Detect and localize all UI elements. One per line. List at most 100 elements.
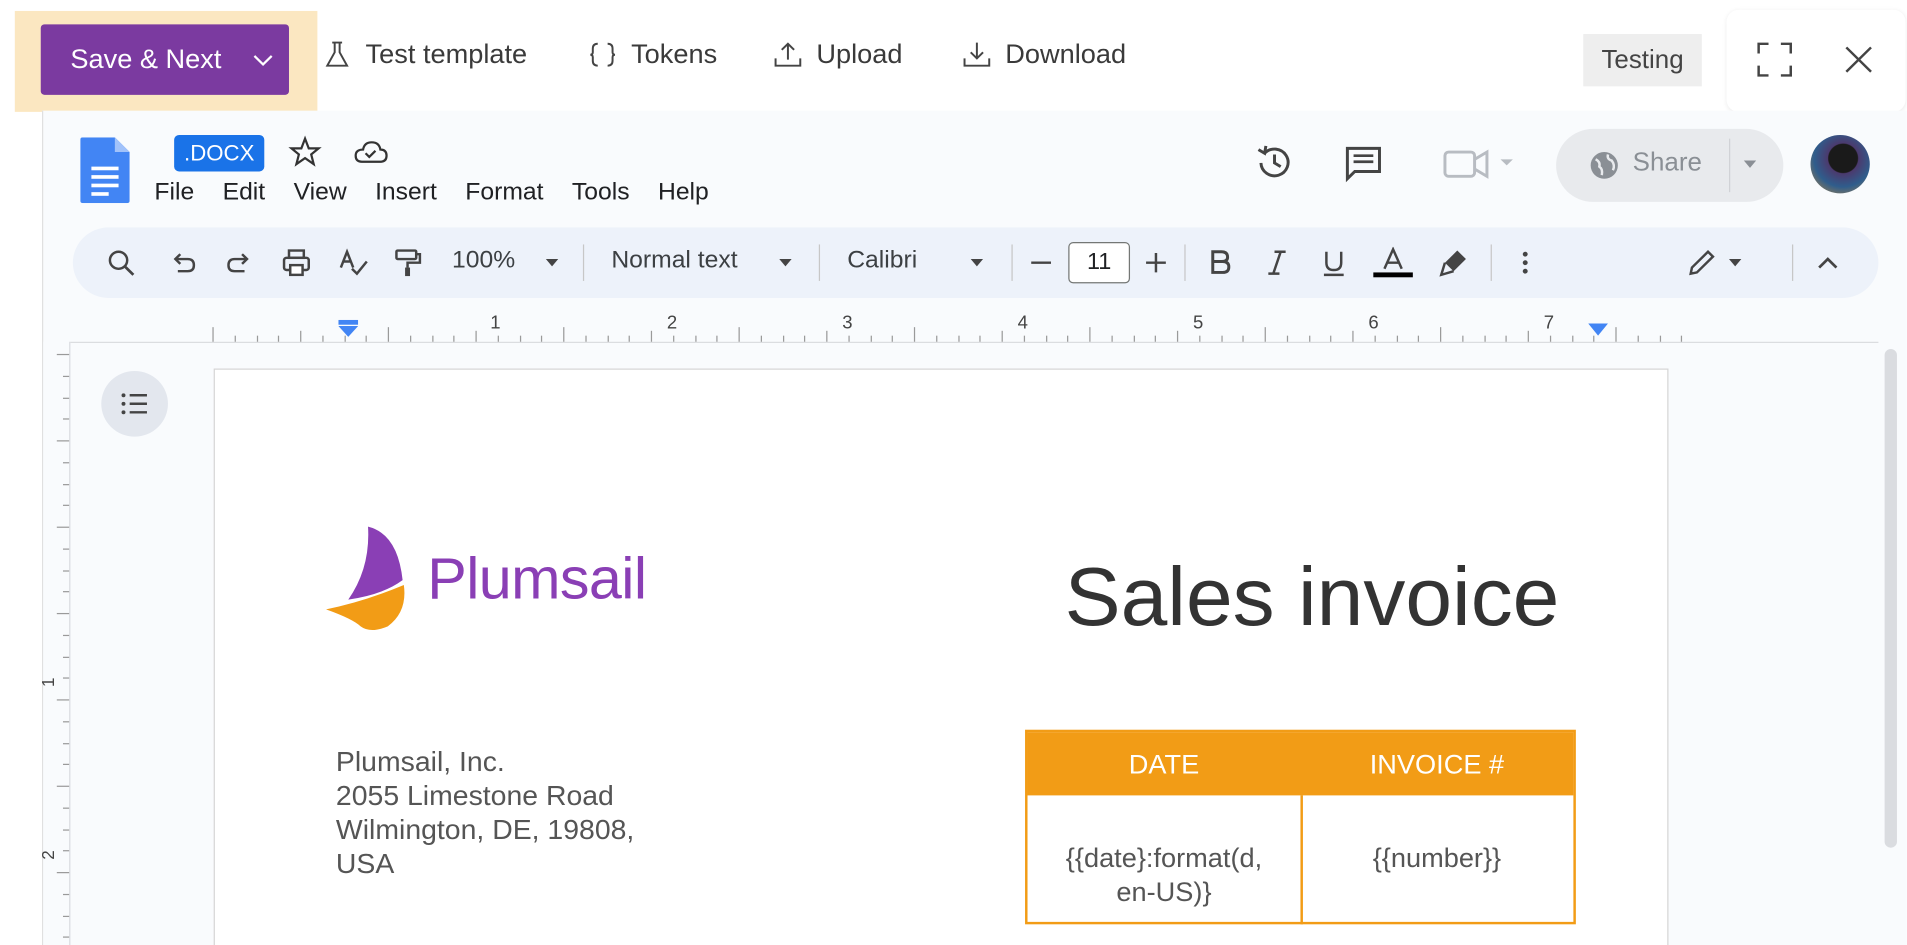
- editing-mode-caret-icon[interactable]: [1728, 258, 1743, 268]
- ruler-tick: [563, 327, 565, 342]
- document-page[interactable]: Plumsail Sales invoice Plumsail, Inc. 20…: [213, 368, 1669, 945]
- vertical-scrollbar[interactable]: [1884, 349, 1897, 848]
- ruler-tick: [1615, 327, 1617, 342]
- ruler-tick: [848, 335, 850, 342]
- toolbar-divider: [1184, 244, 1186, 281]
- ruler-tick: [62, 807, 70, 809]
- cloud-saved-icon[interactable]: [352, 135, 389, 169]
- toolbar-divider: [1791, 244, 1794, 281]
- share-caret-icon[interactable]: [1741, 158, 1758, 170]
- menu-tools[interactable]: Tools: [572, 179, 630, 207]
- globe-icon: [1590, 152, 1618, 179]
- menu-file[interactable]: File: [154, 179, 194, 207]
- ruler-tick: [1374, 335, 1376, 342]
- toolbar-divider: [818, 244, 821, 281]
- test-template-button[interactable]: Test template: [321, 39, 527, 71]
- download-button[interactable]: Download: [961, 39, 1126, 71]
- left-indent-marker-icon[interactable]: [338, 319, 359, 337]
- vertical-ruler[interactable]: 1 2: [38, 341, 71, 945]
- text-color-icon[interactable]: [1372, 246, 1414, 279]
- share-button[interactable]: Share: [1556, 128, 1784, 202]
- style-select[interactable]: Normal text: [611, 247, 737, 275]
- braces-icon: [590, 42, 616, 67]
- paint-format-icon[interactable]: [391, 247, 423, 279]
- ruler-tick: [56, 872, 70, 874]
- version-history-icon[interactable]: [1254, 142, 1296, 183]
- increase-font-icon[interactable]: [1140, 247, 1172, 279]
- font-caret-icon[interactable]: [969, 258, 984, 268]
- comments-icon[interactable]: [1342, 142, 1384, 183]
- style-caret-icon[interactable]: [778, 258, 793, 268]
- star-icon[interactable]: [288, 135, 323, 169]
- ruler-tick: [62, 720, 70, 723]
- upload-button[interactable]: Upload: [772, 39, 902, 71]
- highlight-icon[interactable]: [1438, 247, 1470, 279]
- ruler-tick: [1440, 327, 1442, 342]
- chevron-down-icon[interactable]: [252, 49, 274, 71]
- editing-mode-icon[interactable]: [1686, 247, 1718, 279]
- ruler-tick: [1483, 335, 1486, 342]
- ruler-tick: [56, 699, 70, 701]
- meet-icon[interactable]: [1441, 142, 1495, 183]
- flask-icon: [325, 41, 349, 67]
- ruler-number: 4: [1017, 312, 1028, 334]
- ruler-tick: [1396, 335, 1398, 342]
- ruler-tick: [1461, 335, 1464, 342]
- font-size-input[interactable]: 11: [1068, 242, 1131, 284]
- ruler-tick: [300, 330, 302, 342]
- ruler-number: 2: [666, 312, 678, 334]
- avatar[interactable]: [1810, 134, 1870, 194]
- ruler-tick: [56, 440, 70, 442]
- docs-logo-icon[interactable]: [80, 137, 130, 204]
- docs-menubar: File Edit View Insert Format Tools Help: [154, 179, 737, 207]
- undo-icon[interactable]: [167, 247, 199, 279]
- plumsail-logo-icon: [326, 526, 405, 630]
- spellcheck-icon[interactable]: [337, 247, 369, 279]
- ruler-tick: [1264, 327, 1266, 342]
- italic-icon[interactable]: [1261, 247, 1293, 279]
- menu-insert[interactable]: Insert: [375, 179, 437, 207]
- bold-icon[interactable]: [1204, 247, 1236, 279]
- ruler-tick: [957, 335, 959, 342]
- close-icon[interactable]: [1838, 39, 1880, 80]
- horizontal-ruler[interactable]: 1 2 3 4 5 6 7: [70, 311, 1879, 343]
- more-options-icon[interactable]: [1509, 247, 1541, 279]
- ruler-tick: [1527, 330, 1529, 342]
- ruler-number: 5: [1193, 312, 1204, 334]
- menu-edit[interactable]: Edit: [223, 179, 266, 207]
- ruler-tick: [497, 335, 499, 342]
- ruler-tick: [1659, 335, 1661, 342]
- meet-caret-icon[interactable]: [1498, 157, 1515, 169]
- search-icon[interactable]: [105, 247, 137, 279]
- print-icon[interactable]: [280, 247, 312, 279]
- zoom-value[interactable]: 100%: [452, 247, 515, 275]
- address-line: Wilmington, DE, 19808,: [335, 813, 635, 846]
- ruler-tick: [694, 335, 696, 342]
- menu-format[interactable]: Format: [465, 179, 543, 207]
- collapse-toolbar-icon[interactable]: [1812, 247, 1844, 279]
- ruler-tick: [278, 335, 280, 342]
- redo-icon[interactable]: [224, 247, 256, 279]
- menu-help[interactable]: Help: [658, 179, 709, 207]
- ruler-tick: [62, 375, 70, 377]
- ruler-tick: [62, 893, 70, 895]
- underline-icon[interactable]: [1318, 247, 1350, 279]
- right-indent-marker-icon[interactable]: [1588, 323, 1608, 341]
- ruler-tick: [62, 569, 70, 572]
- ruler-tick: [913, 327, 916, 342]
- font-select[interactable]: Calibri: [847, 247, 917, 275]
- ruler-tick: [62, 915, 70, 917]
- ruler-tick: [256, 335, 258, 342]
- fullscreen-icon[interactable]: [1754, 39, 1796, 80]
- invoice-info-table: DATE INVOICE # {{date}:format(d, en-US)}…: [1025, 729, 1576, 925]
- document-outline-button[interactable]: [101, 370, 168, 437]
- ruler-tick: [979, 335, 981, 342]
- zoom-caret-icon[interactable]: [545, 258, 560, 268]
- ruler-tick: [1571, 335, 1573, 342]
- tokens-button[interactable]: Tokens: [587, 39, 717, 71]
- ruler-tick: [1505, 335, 1508, 342]
- menu-view[interactable]: View: [294, 179, 347, 207]
- decrease-font-icon[interactable]: [1025, 247, 1057, 279]
- save-next-button[interactable]: Save & Next: [40, 24, 289, 95]
- ruler-tick: [453, 335, 455, 342]
